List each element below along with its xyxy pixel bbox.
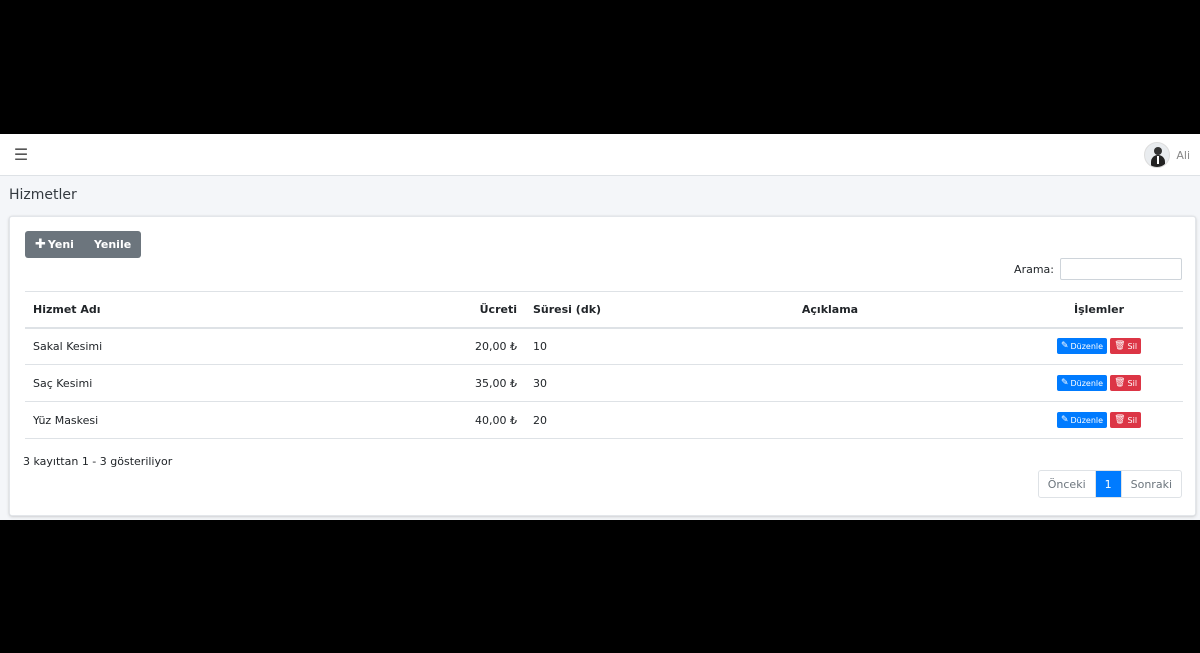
search-box: Arama: (1014, 258, 1182, 280)
cell-actions: ✎ Düzenle 🗑 Sil (1015, 364, 1183, 402)
cell-description (645, 364, 1015, 402)
trash-icon: 🗑 (1114, 378, 1126, 388)
column-header-actions: İşlemler (1015, 291, 1183, 329)
column-header-name[interactable]: Hizmet Adı (25, 291, 425, 329)
cell-fee: 35,00 ₺ (425, 364, 525, 402)
app-viewport: ☰ Ali Hizmetler ✚ Yeni Yenile Arama: Hiz… (0, 134, 1200, 520)
edit-button-label: Düzenle (1070, 415, 1104, 425)
edit-button-label: Düzenle (1070, 341, 1104, 351)
avatar[interactable] (1144, 142, 1171, 168)
edit-button-label: Düzenle (1070, 378, 1104, 388)
cell-actions: ✎ Düzenle 🗑 Sil (1015, 327, 1183, 365)
delete-button[interactable]: 🗑 Sil (1110, 412, 1142, 428)
delete-button-label: Sil (1127, 378, 1138, 388)
table-info: 3 kayıttan 1 - 3 gösteriliyor (23, 455, 173, 468)
edit-icon: ✎ (1060, 415, 1069, 425)
trash-icon: 🗑 (1114, 341, 1126, 352)
services-card: ✚ Yeni Yenile Arama: Hizmet Adı Ücreti S… (9, 216, 1196, 516)
cell-duration: 10 (525, 327, 645, 365)
cell-duration: 30 (525, 364, 645, 402)
cell-name: Yüz Maskesi (25, 401, 425, 439)
edit-icon: ✎ (1060, 378, 1069, 388)
services-table: Hizmet Adı Ücreti Süresi (dk) Açıklama İ… (25, 291, 1183, 439)
delete-button[interactable]: 🗑 Sil (1110, 375, 1142, 391)
pagination: Önceki 1 Sonraki (1037, 470, 1182, 498)
cell-description (645, 327, 1015, 365)
user-name[interactable]: Ali (1176, 149, 1190, 162)
column-header-fee[interactable]: Ücreti (425, 291, 525, 329)
hamburger-icon[interactable]: ☰ (12, 145, 30, 165)
next-page-button[interactable]: Sonraki (1122, 471, 1181, 497)
column-header-description[interactable]: Açıklama (645, 291, 1015, 329)
delete-button-label: Sil (1127, 415, 1138, 425)
top-navbar: ☰ Ali (0, 134, 1200, 176)
edit-button[interactable]: ✎ Düzenle (1056, 338, 1108, 355)
prev-page-button[interactable]: Önceki (1039, 471, 1096, 497)
search-label: Arama: (1014, 262, 1054, 276)
cell-actions: ✎ Düzenle 🗑 Sil (1015, 401, 1183, 439)
cell-fee: 20,00 ₺ (425, 327, 525, 365)
delete-button[interactable]: 🗑 Sil (1110, 338, 1142, 355)
refresh-button[interactable]: Yenile (83, 231, 142, 258)
edit-button[interactable]: ✎ Düzenle (1056, 412, 1108, 428)
cell-description (645, 401, 1015, 439)
search-input[interactable] (1060, 258, 1182, 280)
new-button-label: Yeni (47, 238, 74, 251)
plus-icon: ✚ (35, 237, 46, 252)
user-menu[interactable]: Ali (1144, 141, 1190, 169)
table-row: Yüz Maskesi 40,00 ₺ 20 ✎ Düzenle 🗑 Sil (25, 401, 1183, 439)
delete-button-label: Sil (1127, 341, 1138, 351)
cell-name: Sakal Kesimi (25, 327, 425, 365)
edit-button[interactable]: ✎ Düzenle (1056, 375, 1108, 391)
column-header-duration[interactable]: Süresi (dk) (525, 291, 645, 329)
table-row: Saç Kesimi 35,00 ₺ 30 ✎ Düzenle 🗑 Sil (25, 364, 1183, 402)
new-button[interactable]: ✚ Yeni (25, 231, 84, 258)
page-1-button[interactable]: 1 (1095, 471, 1122, 497)
cell-name: Saç Kesimi (25, 364, 425, 402)
trash-icon: 🗑 (1114, 415, 1126, 425)
cell-fee: 40,00 ₺ (425, 401, 525, 439)
cell-duration: 20 (525, 401, 645, 439)
table-header-row: Hizmet Adı Ücreti Süresi (dk) Açıklama İ… (25, 291, 1183, 329)
page-title: Hizmetler (9, 187, 77, 203)
table-row: Sakal Kesimi 20,00 ₺ 10 ✎ Düzenle 🗑 Sil (25, 327, 1183, 365)
edit-icon: ✎ (1060, 341, 1069, 352)
toolbar-button-group: ✚ Yeni Yenile (25, 231, 142, 258)
